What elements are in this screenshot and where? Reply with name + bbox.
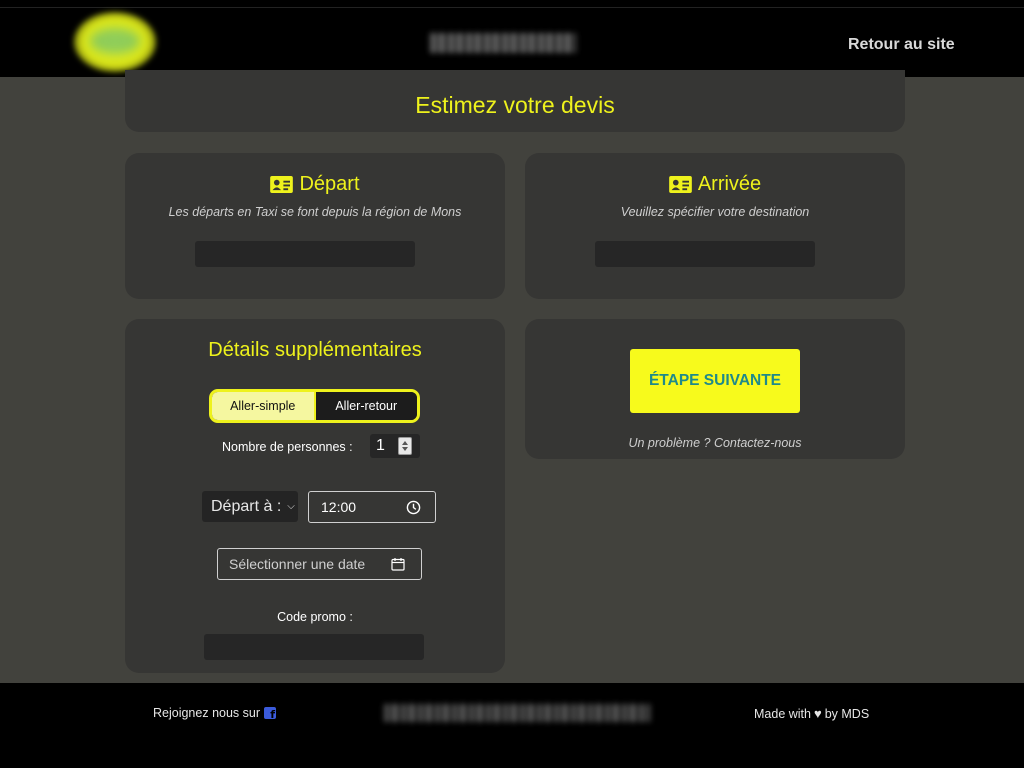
- contact-link[interactable]: Un problème ? Contactez-nous: [525, 436, 905, 450]
- arrival-heading: Arrivée: [697, 173, 762, 195]
- promo-code-input[interactable]: [204, 634, 424, 660]
- back-to-site-link[interactable]: Retour au site: [848, 36, 955, 54]
- social-join: Rejoignez nous sur: [153, 706, 277, 721]
- persons-value: 1: [376, 437, 385, 454]
- page-title: Estimez votre devis: [415, 92, 615, 118]
- departure-heading: Départ: [299, 173, 360, 195]
- made-with-prefix: Made with: [754, 706, 811, 721]
- persons-number-input[interactable]: 1: [370, 434, 420, 458]
- title-card: Estimez votre devis: [125, 70, 905, 132]
- time-value: 12:00: [321, 499, 357, 515]
- trip-type-toggle: Aller-simple Aller-retour: [209, 389, 420, 423]
- arrival-heading-row: Arrivée: [525, 173, 905, 196]
- departure-time-select[interactable]: Départ à : ⌵: [202, 491, 298, 522]
- departure-input[interactable]: [195, 241, 415, 267]
- departure-card: Départ Les départs en Taxi se font depui…: [125, 153, 505, 299]
- made-with-credit: Made with ♥ by MDS: [754, 706, 869, 721]
- clock-icon[interactable]: [406, 500, 421, 515]
- footer: Rejoignez nous sur Made with ♥ by MDS: [0, 683, 1024, 768]
- details-heading: Détails supplémentaires: [208, 339, 422, 361]
- arrival-input[interactable]: [595, 241, 815, 267]
- next-step-card: ÉTAPE SUIVANTE Un problème ? Contactez-n…: [525, 319, 905, 459]
- persons-label: Nombre de personnes :: [222, 440, 353, 454]
- one-way-option[interactable]: Aller-simple: [212, 392, 314, 420]
- made-with-suffix: by MDS: [824, 706, 870, 721]
- heart-icon: ♥: [813, 706, 822, 721]
- next-step-button[interactable]: ÉTAPE SUIVANTE: [630, 349, 800, 413]
- departure-time-select-label: Départ à :: [211, 497, 282, 515]
- logo-mark: [90, 28, 140, 54]
- departure-heading-row: Départ: [125, 173, 505, 196]
- id-card-icon: [668, 176, 692, 193]
- time-input[interactable]: 12:00: [308, 491, 436, 523]
- arrival-card: Arrivée Veuillez spécifier votre destina…: [525, 153, 905, 299]
- facebook-icon[interactable]: [264, 707, 277, 721]
- chevron-down-icon: ⌵: [287, 501, 295, 512]
- spinner-icon[interactable]: [398, 437, 412, 455]
- header-divider: [0, 7, 1024, 8]
- departure-subtitle: Les départs en Taxi se font depuis la ré…: [168, 205, 462, 219]
- arrival-subtitle: Veuillez spécifier votre destination: [620, 205, 810, 219]
- date-placeholder: Sélectionner une date: [229, 556, 366, 572]
- round-trip-option[interactable]: Aller-retour: [313, 392, 417, 420]
- date-input[interactable]: Sélectionner une date: [217, 548, 422, 580]
- calendar-icon[interactable]: [391, 557, 405, 571]
- header-blurred-text: [430, 33, 576, 53]
- id-card-icon: [270, 176, 294, 193]
- footer-blurred-text: [384, 704, 650, 722]
- header: Retour au site: [0, 0, 1024, 77]
- join-text: Rejoignez nous sur: [153, 706, 261, 720]
- promo-label: Code promo :: [277, 610, 353, 624]
